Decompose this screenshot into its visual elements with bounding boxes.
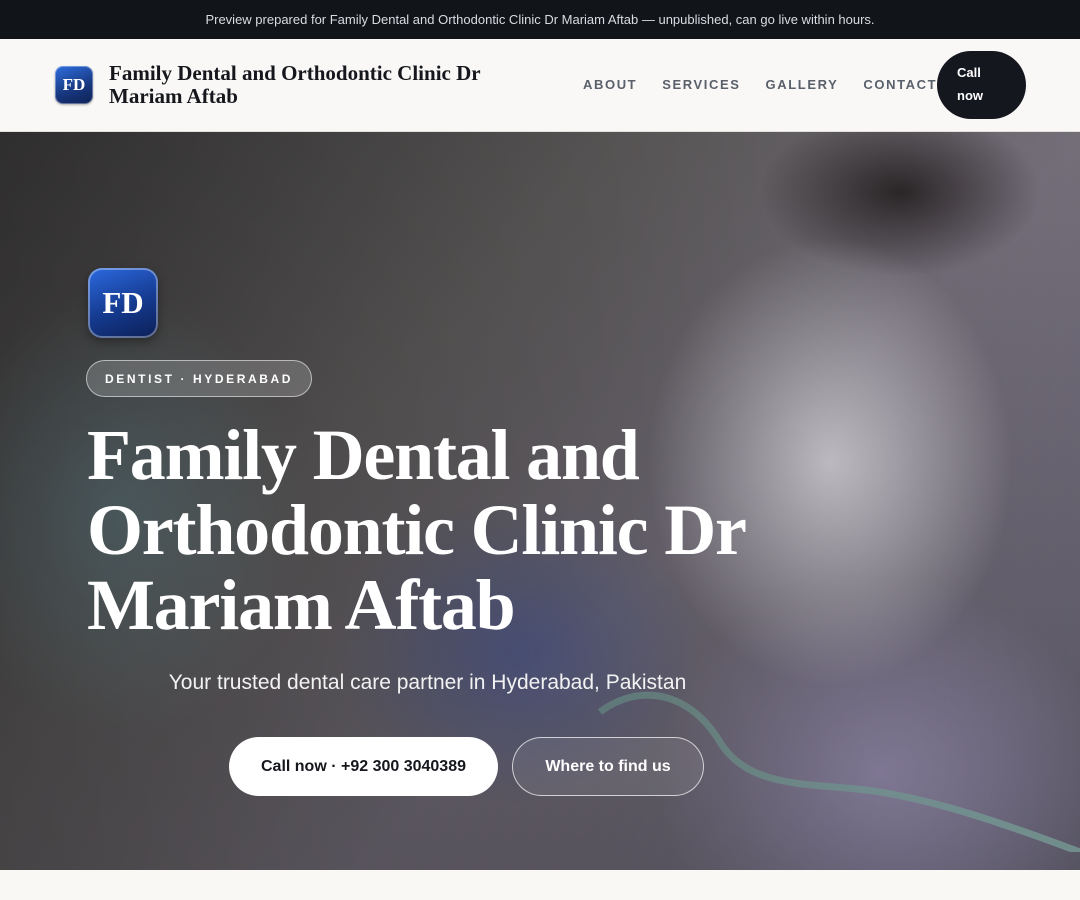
hero-logo-icon: FD xyxy=(88,268,158,338)
nav-link-contact[interactable]: CONTACT xyxy=(863,77,937,92)
preview-banner-text: Preview prepared for Family Dental and O… xyxy=(205,12,875,27)
logo-icon[interactable]: FD xyxy=(55,66,93,104)
hero-subtitle: Your trusted dental care partner in Hyde… xyxy=(168,671,687,694)
hero-title: Family Dental and Orthodontic Clinic Dr … xyxy=(87,415,746,645)
nav-link-about[interactable]: ABOUT xyxy=(583,77,637,92)
site-header: FD Family Dental and Orthodontic Clinic … xyxy=(0,39,1080,132)
header-call-button[interactable]: Call now xyxy=(937,51,1026,119)
main-nav: ABOUT SERVICES GALLERY CONTACT xyxy=(583,77,937,92)
hero-category-tag: DENTIST · HYDERABAD xyxy=(86,360,313,397)
nav-link-services[interactable]: SERVICES xyxy=(662,77,740,92)
nav-link-gallery[interactable]: GALLERY xyxy=(766,77,839,92)
call-now-button[interactable]: Call now · +92 300 3040389 xyxy=(229,737,498,796)
find-us-button[interactable]: Where to find us xyxy=(512,737,704,796)
brand-name[interactable]: Family Dental and Orthodontic Clinic Dr … xyxy=(109,62,529,108)
hero-section: FD DENTIST · HYDERABAD Family Dental and… xyxy=(0,132,1080,870)
preview-banner: Preview prepared for Family Dental and O… xyxy=(0,0,1080,39)
